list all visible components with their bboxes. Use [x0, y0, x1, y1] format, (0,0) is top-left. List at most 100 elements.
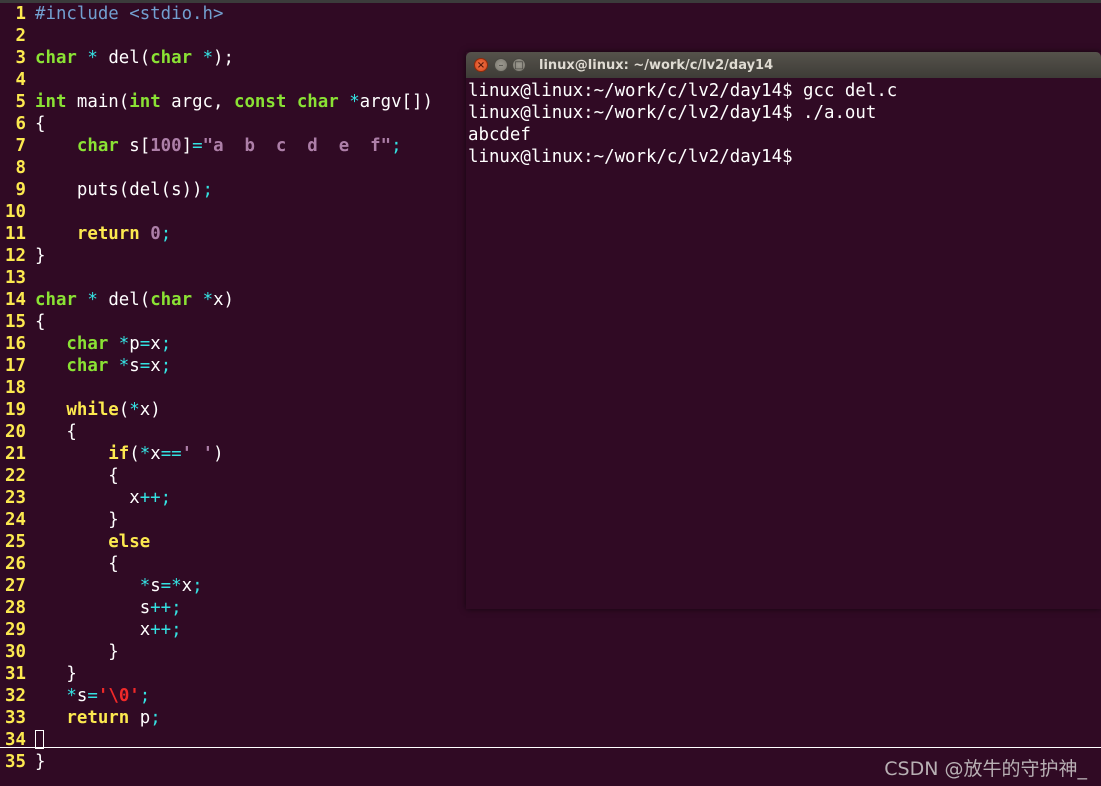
code-token: int	[129, 92, 161, 112]
close-icon[interactable]: ×	[474, 58, 488, 72]
line-number: 11	[5, 224, 26, 244]
code-line[interactable]: 2	[0, 25, 433, 47]
line-number: 2	[15, 26, 26, 46]
terminal-titlebar[interactable]: × – □ linux@linux: ~/work/c/lv2/day14	[466, 52, 1101, 78]
code-line[interactable]: 35}	[0, 751, 433, 773]
code-line[interactable]: 28 s++;	[0, 597, 433, 619]
terminal-line: abcdef	[468, 125, 531, 145]
code-token: 0	[150, 224, 161, 244]
line-number: 17	[5, 356, 26, 376]
code-line[interactable]: 27 *s=*x;	[0, 575, 433, 597]
line-number: 35	[5, 752, 26, 772]
code-line[interactable]: 17 char *s=x;	[0, 355, 433, 377]
code-line[interactable]: 29 x++;	[0, 619, 433, 641]
minimize-icon[interactable]: –	[494, 58, 508, 72]
code-token: s	[35, 598, 151, 618]
code-line[interactable]: 15 {	[0, 311, 433, 333]
code-token: *	[139, 576, 151, 596]
line-number: 14	[5, 290, 26, 310]
code-token: #include	[35, 4, 130, 24]
line-number: 19	[5, 400, 26, 420]
watermark: CSDN @放牛的守护神_	[884, 758, 1087, 780]
code-token: char	[296, 92, 339, 112]
code-token: }	[35, 752, 46, 772]
terminal-window[interactable]: × – □ linux@linux: ~/work/c/lv2/day14 li…	[466, 52, 1101, 609]
terminal-output[interactable]: linux@linux:~/work/c/lv2/day14$ gcc del.…	[468, 80, 897, 168]
code-token: ;	[192, 576, 203, 596]
code-line[interactable]: 3 char * del(char *);	[0, 47, 433, 69]
code-line[interactable]: 9 puts(del(s));	[0, 179, 433, 201]
code-line[interactable]: 14 char * del(char *x)	[0, 289, 433, 311]
code-line[interactable]: 21 if(*x==' ')	[0, 443, 433, 465]
code-line[interactable]: 6{	[0, 113, 433, 135]
code-token: *	[202, 290, 214, 310]
line-number: 23	[5, 488, 26, 508]
line-number: 12	[5, 246, 26, 266]
code-line[interactable]: 1 #include <stdio.h>	[0, 3, 433, 25]
code-token: ]	[181, 136, 193, 156]
code-line[interactable]: 11 return 0;	[0, 223, 433, 245]
code-line[interactable]: 19 while(*x)	[0, 399, 433, 421]
code-token: {	[35, 554, 119, 574]
code-token: s	[129, 356, 140, 376]
maximize-icon[interactable]: □	[512, 58, 526, 72]
cursorline-underline	[0, 747, 1101, 748]
code-line[interactable]: 26 {	[0, 553, 433, 575]
code-token: main(	[66, 92, 130, 112]
code-token: }	[35, 246, 46, 266]
code-token: p	[129, 334, 140, 354]
code-line[interactable]: 18	[0, 377, 433, 399]
code-token: ;	[160, 356, 172, 376]
code-line[interactable]: 7 char s[100]="a b c d e f";	[0, 135, 433, 157]
code-line[interactable]: 23 x++;	[0, 487, 433, 509]
code-token: del(	[108, 290, 151, 310]
code-line[interactable]: 8	[0, 157, 433, 179]
code-token: *	[76, 290, 109, 310]
code-token: s	[76, 686, 88, 706]
code-token: x	[150, 334, 161, 354]
code-line[interactable]: 10	[0, 201, 433, 223]
code-token: ++;	[150, 620, 182, 640]
code-token: =	[192, 136, 203, 156]
code-line[interactable]: 16 char *p=x;	[0, 333, 433, 355]
code-token: x	[150, 356, 161, 376]
code-line[interactable]: 32 *s='\0';	[0, 685, 433, 707]
terminal-prompt-line[interactable]: linux@linux:~/work/c/lv2/day14$	[468, 146, 897, 168]
code-token: argc,	[160, 92, 234, 112]
code-token: *	[349, 92, 360, 112]
code-line[interactable]: 4	[0, 69, 433, 91]
code-token: ;	[139, 686, 151, 706]
code-line[interactable]: 31 }	[0, 663, 433, 685]
code-token: return	[66, 708, 130, 728]
code-token: ;	[202, 180, 214, 200]
code-line[interactable]: 22 {	[0, 465, 433, 487]
code-line[interactable]: 25 else	[0, 531, 433, 553]
line-number: 21	[5, 444, 26, 464]
code-token: =	[139, 334, 151, 354]
line-number: 32	[5, 686, 26, 706]
code-token: ==	[160, 444, 182, 464]
code-token: *	[129, 400, 140, 420]
line-number: 16	[5, 334, 26, 354]
code-token: (	[129, 444, 140, 464]
line-number: 15	[5, 312, 26, 332]
code-token: {	[35, 114, 46, 134]
line-number: 8	[15, 158, 26, 178]
line-number: 24	[5, 510, 26, 530]
code-token: *	[76, 48, 109, 68]
code-line[interactable]: 33 return p;	[0, 707, 433, 729]
code-area[interactable]: 1 #include <stdio.h> 2 3 char * del(char *);…	[0, 3, 433, 773]
code-line[interactable]: 20 {	[0, 421, 433, 443]
code-line[interactable]: 12}	[0, 245, 433, 267]
code-line[interactable]: 5 int main(int argc, const char *argv[])	[0, 91, 433, 113]
code-line[interactable]: 13	[0, 267, 433, 289]
code-line[interactable]: 24 }	[0, 509, 433, 531]
code-line[interactable]: 30 }	[0, 641, 433, 663]
code-token: int	[35, 92, 67, 112]
code-token: char	[66, 356, 109, 376]
